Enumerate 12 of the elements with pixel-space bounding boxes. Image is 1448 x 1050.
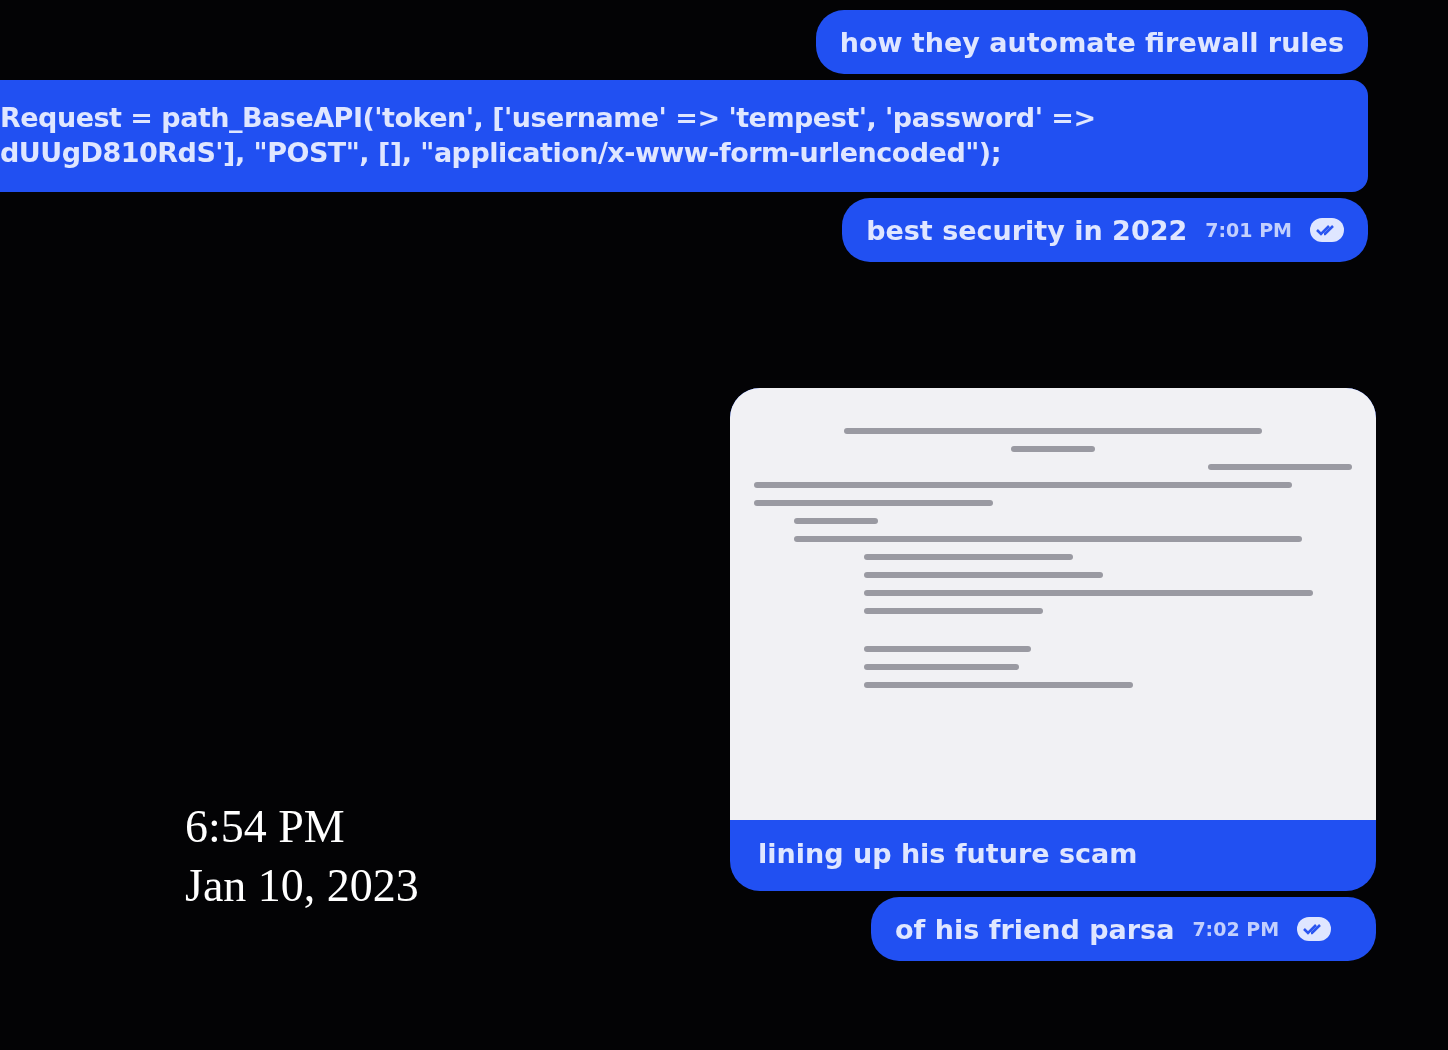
read-receipt-icon <box>1310 218 1344 242</box>
message-text: how they automate firewall rules <box>839 26 1344 58</box>
message-time: 7:02 PM <box>1192 918 1280 940</box>
message-text: lining up his future scam <box>757 837 1139 871</box>
code-line: dUUgD810RdS'], "POST", [], "application/x-www-form-urlencoded"); <box>0 137 1002 168</box>
code-line: Request = path_BaseAPI('token', ['username' => 'tempest', 'password' => <box>0 102 1097 133</box>
read-receipt-icon <box>1297 917 1332 941</box>
message-time: 7:01 PM <box>1205 219 1292 241</box>
message-text: of his friend parsa <box>895 913 1175 945</box>
overlay-date: Jan 10, 2023 <box>185 859 419 912</box>
overlay-time: 6:54 PM <box>185 800 346 853</box>
message-text: best security in 2022 <box>866 214 1188 246</box>
